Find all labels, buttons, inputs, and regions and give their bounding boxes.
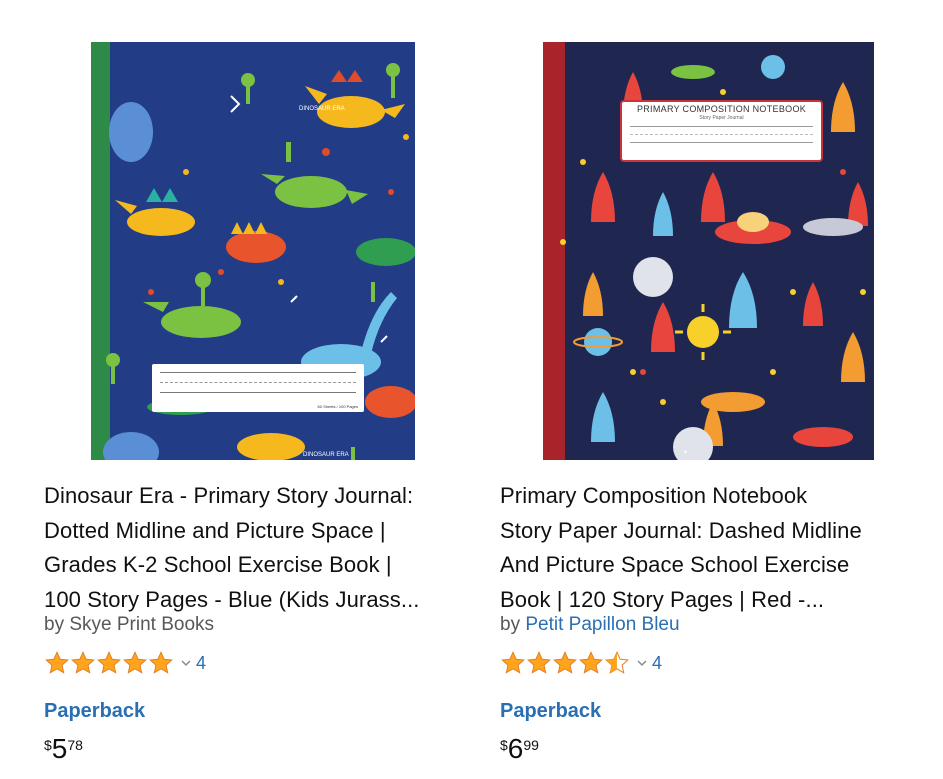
price-fraction: 78	[67, 737, 83, 753]
star-full-icon	[44, 650, 71, 676]
product-title[interactable]: Dinosaur Era - Primary Story Journal: Do…	[44, 479, 484, 617]
star-full-icon	[70, 650, 97, 676]
star-full-icon	[526, 650, 553, 676]
star-rating[interactable]: 4	[500, 650, 662, 676]
cover-subtitle: Story Paper Journal	[699, 115, 744, 121]
cover-text-top: DINOSAUR ERA	[299, 106, 345, 112]
title-line: Story Paper Journal: Dashed Midline	[500, 517, 862, 543]
product-image[interactable]: ✦ PRIMARY COMPOSITION NOTEBOOK Story Pap…	[543, 42, 874, 460]
title-line: 100 Story Pages - Blue (Kids Jurass...	[44, 586, 420, 612]
cover-text-bottom: DINOSAUR ERA	[303, 452, 349, 458]
cover-title: PRIMARY COMPOSITION NOTEBOOK	[636, 104, 807, 114]
star-full-icon	[578, 650, 605, 676]
chevron-down-icon[interactable]	[636, 657, 648, 669]
cover-label-note: 60 Sheets / 100 Pages	[317, 404, 358, 409]
star-half-icon	[604, 650, 631, 676]
star-full-icon	[148, 650, 175, 676]
author-name: Skye Print Books	[69, 614, 215, 635]
price-fraction: 99	[523, 737, 539, 753]
product-image[interactable]: DINOSAUR ERA DINOSAUR ERA 60 Sheets / 10…	[91, 42, 415, 460]
format-link[interactable]: Paperback	[44, 700, 145, 723]
price-symbol: $	[44, 737, 52, 753]
byline: by Petit Papillon Bleu	[500, 614, 680, 636]
star-full-icon	[500, 650, 527, 676]
price: $578	[44, 733, 83, 765]
title-line: Primary Composition Notebook	[500, 483, 808, 508]
star-full-icon	[552, 650, 579, 676]
rating-count-link[interactable]: 4	[652, 653, 662, 674]
product-card[interactable]: DINOSAUR ERA DINOSAUR ERA 60 Sheets / 10…	[0, 0, 440, 779]
star-full-icon	[122, 650, 149, 676]
author-link[interactable]: Petit Papillon Bleu	[525, 614, 679, 635]
byline: by Skye Print Books	[44, 614, 214, 636]
product-card[interactable]: ✦ PRIMARY COMPOSITION NOTEBOOK Story Pap…	[456, 0, 896, 779]
star-rating[interactable]: 4	[44, 650, 206, 676]
by-prefix: by	[500, 614, 526, 635]
cover-label: 60 Sheets / 100 Pages	[152, 364, 364, 412]
title-line: Grades K-2 School Exercise Book |	[44, 552, 392, 577]
price-whole: 5	[51, 733, 68, 764]
title-line: And Picture Space School Exercise	[500, 552, 850, 577]
price: $699	[500, 733, 539, 765]
star-full-icon	[96, 650, 123, 676]
title-line: Dotted Midline and Picture Space |	[44, 517, 386, 543]
product-title[interactable]: Primary Composition Notebook Story Paper…	[500, 479, 940, 617]
cover-decoration: ✦	[683, 449, 688, 456]
chevron-down-icon[interactable]	[180, 657, 192, 669]
price-whole: 6	[507, 733, 524, 764]
title-line: Dinosaur Era - Primary Story Journal:	[44, 483, 414, 508]
cover-title-box: PRIMARY COMPOSITION NOTEBOOK Story Paper…	[620, 100, 823, 162]
rating-count-link[interactable]: 4	[196, 653, 206, 674]
price-symbol: $	[500, 737, 508, 753]
by-prefix: by	[44, 614, 70, 635]
title-line: Book | 120 Story Pages | Red -...	[500, 586, 825, 612]
format-link[interactable]: Paperback	[500, 700, 601, 723]
